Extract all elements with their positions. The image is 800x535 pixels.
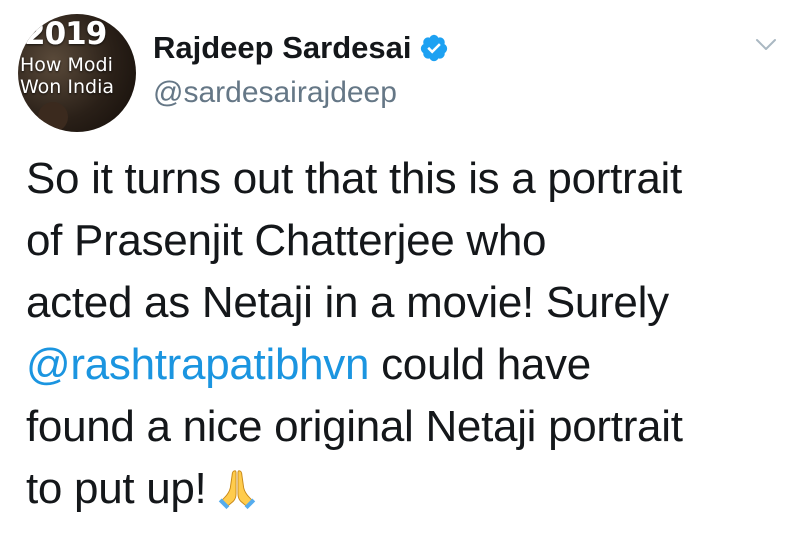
- avatar-year-text: 2019: [24, 16, 107, 52]
- avatar-caption-line2: Won India: [20, 76, 115, 98]
- tweet-text-line: acted as Netaji in a movie! Surely: [26, 278, 669, 327]
- tweet-text-fragment: could have: [369, 340, 591, 389]
- mention-link[interactable]: @rashtrapatibhvn: [26, 340, 369, 389]
- tweet-text-last-line: to put up!: [26, 458, 796, 520]
- tweet-text-fragment: to put up!: [26, 464, 207, 513]
- tweet-text-line: found a nice original Netaji portrait: [26, 402, 683, 451]
- tweet-text-line: of Prasenjit Chatterjee who: [26, 216, 547, 265]
- avatar-caption-line1: How Modi: [20, 54, 113, 76]
- tweet-text-line: So it turns out that this is a portrait: [26, 154, 682, 203]
- folded-hands-icon: [219, 470, 256, 510]
- verified-badge-icon: [421, 34, 448, 62]
- author-name-row: Rajdeep Sardesai: [153, 26, 449, 70]
- author-handle[interactable]: @sardesairajdeep: [153, 76, 397, 110]
- avatar-photo-detail: [38, 102, 68, 132]
- tweet-text: So it turns out that this is a portrait …: [26, 148, 796, 520]
- chevron-down-icon[interactable]: [755, 38, 777, 52]
- tweet-text-line-with-mention: @rashtrapatibhvn could have: [26, 334, 796, 396]
- author-display-name[interactable]: Rajdeep Sardesai: [153, 30, 411, 66]
- tweet-card: 2019 How Modi Won India Rajdeep Sardesai…: [0, 0, 800, 535]
- avatar[interactable]: 2019 How Modi Won India: [18, 14, 136, 132]
